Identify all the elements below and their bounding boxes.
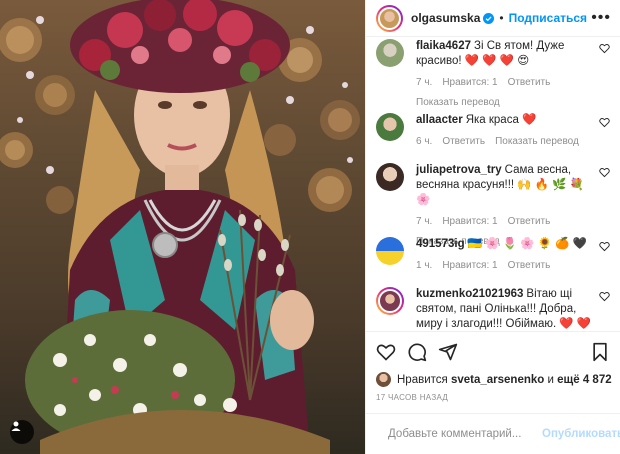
separator-dot: •	[499, 11, 504, 25]
share-send-icon[interactable]	[438, 342, 458, 362]
reply-button[interactable]: Ответить	[508, 77, 551, 88]
likes-middle: и	[547, 373, 554, 386]
save-bookmark-icon[interactable]	[590, 342, 610, 362]
add-comment-bar: Опубликовать	[366, 413, 620, 454]
reply-button[interactable]: Ответить	[508, 260, 551, 271]
show-translation-button[interactable]: Показать перевод	[495, 136, 579, 147]
comments-list[interactable]: flaika4627 Зі Св ятом! Дуже красиво! ❤️ ❤…	[366, 37, 620, 331]
comment-input[interactable]	[388, 428, 542, 440]
likes-summary: Нравится sveta_arsenenko и ещё 4 872	[376, 372, 612, 387]
like-comment-heart-icon[interactable]	[599, 167, 610, 178]
liker-avatar[interactable]	[376, 372, 391, 387]
likes-count-link[interactable]: ещё 4 872	[557, 374, 611, 386]
comment-likes[interactable]: Нравится: 1	[442, 216, 497, 227]
follow-button[interactable]: Подписаться	[509, 11, 587, 25]
tagged-users-button[interactable]	[10, 420, 34, 444]
instagram-post-view: olgasumska • Подписаться ••• flaika4627 З…	[0, 0, 620, 454]
comment-time[interactable]: 7 ч.	[416, 77, 432, 88]
verified-badge-icon	[483, 12, 495, 24]
likes-prefix: Нравится	[397, 373, 448, 386]
post-photo[interactable]	[0, 0, 365, 454]
author-avatar[interactable]	[376, 4, 403, 32]
show-translation-button[interactable]: Показать перевод	[416, 95, 596, 110]
comment-username[interactable]: flaika4627	[416, 40, 471, 52]
post-timestamp[interactable]: 17 ЧАСОВ НАЗАД	[376, 393, 448, 402]
comment-time[interactable]: 1 ч.	[416, 260, 432, 271]
comment-time[interactable]: 6 ч.	[416, 136, 432, 147]
comment-avatar[interactable]	[376, 163, 404, 191]
comment-bubble-icon[interactable]	[407, 342, 427, 362]
comment-likes[interactable]: Нравится: 1	[442, 260, 497, 271]
publish-comment-button[interactable]: Опубликовать	[542, 428, 620, 440]
comment-text: Яка краса ❤️	[465, 114, 537, 126]
liker-username[interactable]: sveta_arsenenko	[451, 374, 544, 386]
comment-avatar[interactable]	[376, 39, 404, 67]
author-username[interactable]: olgasumska	[411, 11, 480, 25]
post-actions-bar	[366, 331, 620, 371]
comment-username[interactable]: allaacter	[416, 114, 463, 126]
like-comment-heart-icon[interactable]	[599, 291, 610, 302]
comment-username[interactable]: juliapetrova_try	[416, 164, 502, 176]
like-comment-heart-icon[interactable]	[599, 117, 610, 128]
comment-username[interactable]: 491573ig	[416, 238, 465, 250]
comment-username[interactable]: kuzmenko21021963	[416, 288, 523, 300]
comment-likes[interactable]: Нравится: 1	[442, 77, 497, 88]
reply-button[interactable]: Ответить	[442, 136, 485, 147]
comment-time[interactable]: 7 ч.	[416, 216, 432, 227]
photo-illustration	[0, 0, 360, 454]
person-icon	[11, 421, 21, 431]
post-side-panel: olgasumska • Подписаться ••• flaika4627 З…	[365, 0, 620, 454]
comment-avatar[interactable]	[376, 237, 404, 265]
like-heart-icon[interactable]	[376, 342, 396, 362]
post-header: olgasumska • Подписаться •••	[366, 0, 620, 37]
reply-button[interactable]: Ответить	[508, 216, 551, 227]
like-comment-heart-icon[interactable]	[599, 43, 610, 54]
comment-avatar[interactable]	[376, 113, 404, 141]
more-options-button[interactable]: •••	[591, 9, 611, 27]
comment-avatar[interactable]	[376, 287, 404, 315]
like-comment-heart-icon[interactable]	[599, 241, 610, 252]
comment-text: 🇺🇦 🌸 🌷 🌸 🌻 🍊 🖤	[467, 238, 588, 250]
